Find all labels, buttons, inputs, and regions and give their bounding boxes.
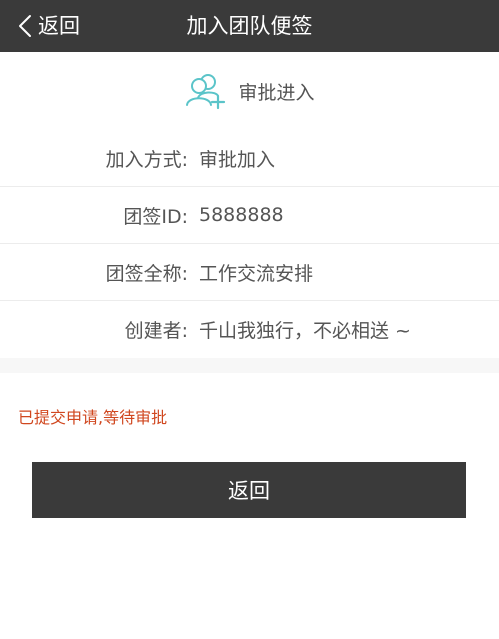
- info-label: 团签ID:: [123, 205, 188, 228]
- top-bar: 返回 加入团队便签: [0, 0, 499, 52]
- info-value: 千山我独行，不必相送 ~: [199, 320, 411, 342]
- info-value: 工作交流安排: [199, 262, 314, 285]
- chevron-left-icon: [18, 14, 32, 38]
- info-label: 团签全称:: [105, 262, 188, 285]
- info-row-team-id: 团签ID: 5888888: [0, 187, 499, 244]
- info-row-creator: 创建者: 千山我独行，不必相送 ~: [0, 301, 499, 358]
- info-row-full-name: 团签全称: 工作交流安排: [0, 244, 499, 301]
- return-button[interactable]: 返回: [32, 462, 466, 518]
- approval-header: 审批进入: [0, 52, 499, 130]
- info-label: 创建者:: [124, 320, 188, 342]
- info-list: 加入方式: 审批加入 团签ID: 5888888 团签全称: 工作交流安排 创建…: [0, 130, 499, 358]
- info-value: 5888888: [199, 204, 284, 226]
- info-value: 审批加入: [199, 148, 276, 171]
- back-label: 返回: [38, 14, 80, 38]
- add-group-icon: [184, 72, 226, 110]
- info-row-join-method: 加入方式: 审批加入: [0, 130, 499, 187]
- section-divider: [0, 358, 499, 373]
- status-message: 已提交申请,等待审批: [18, 408, 168, 427]
- info-label: 加入方式:: [105, 148, 188, 171]
- approval-title: 审批进入: [238, 81, 315, 104]
- back-button[interactable]: 返回: [18, 0, 80, 52]
